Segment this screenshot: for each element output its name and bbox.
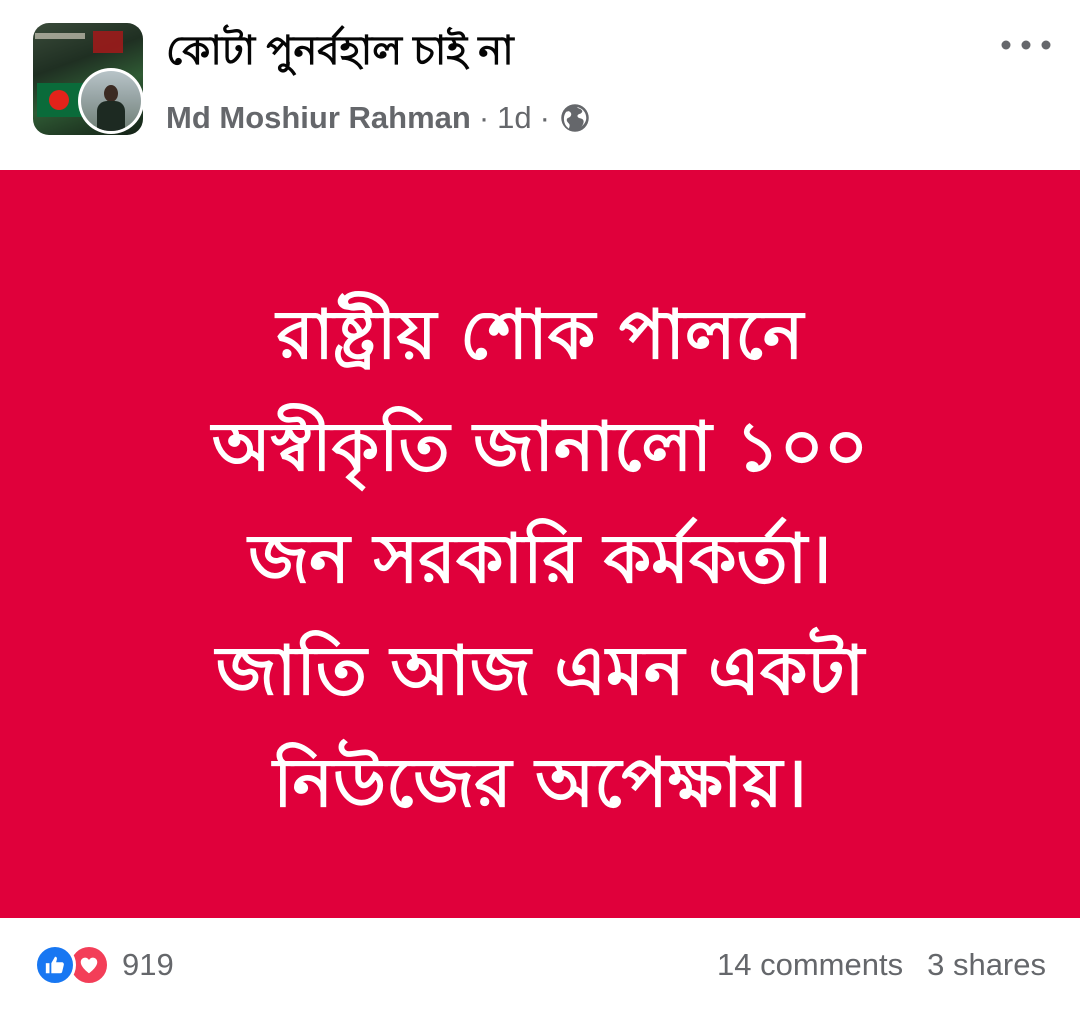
bangladesh-flag-icon [37, 83, 83, 117]
post-text-line: জন সরকারি কর্মকর্তা। [248, 520, 832, 599]
globe-icon[interactable] [560, 103, 590, 133]
post-text-line: নিউজের অপেক্ষায়। [273, 744, 807, 823]
like-icon [34, 944, 76, 986]
reactions-summary[interactable]: 919 [34, 944, 174, 986]
avatar-head [104, 85, 118, 102]
more-options-icon[interactable] [998, 30, 1054, 60]
post-text-line: রাষ্ট্রীয় শোক পালনে [276, 296, 804, 375]
group-name-link[interactable]: কোটা পুনর্বহাল চাই না [166, 26, 514, 76]
reaction-count: 919 [122, 947, 174, 982]
post-text-line: অস্বীকৃতি জানালো ১০০ [211, 408, 869, 487]
thumbnail-banner [35, 33, 85, 39]
meta-separator: · [539, 100, 550, 135]
avatar-body [97, 101, 125, 131]
author-avatar[interactable] [78, 68, 144, 134]
shares-count-link[interactable]: 3 shares [927, 947, 1046, 983]
post-text-line: জাতি আজ এমন একটা [215, 632, 865, 711]
post-timestamp[interactable]: 1d [497, 100, 531, 136]
comments-count-link[interactable]: 14 comments [717, 947, 903, 983]
post-text: রাষ্ট্রীয় শোক পালনে অস্বীকৃতি জানালো ১০… [80, 280, 1000, 840]
engagement-stats: 14 comments 3 shares [717, 944, 1046, 986]
thumbnail-red-patch [93, 31, 123, 53]
post-meta: Md Moshiur Rahman · 1d · [166, 96, 590, 140]
post-text-card[interactable]: রাষ্ট্রীয় শোক পালনে অস্বীকৃতি জানালো ১০… [0, 170, 1080, 918]
meta-separator: · [478, 100, 490, 135]
post-header: কোটা পুনর্বহাল চাই না Md Moshiur Rahman … [0, 0, 1080, 170]
author-name-link[interactable]: Md Moshiur Rahman [166, 100, 471, 136]
post-footer: 919 14 comments 3 shares [0, 918, 1080, 1014]
avatar-photo [81, 71, 141, 131]
